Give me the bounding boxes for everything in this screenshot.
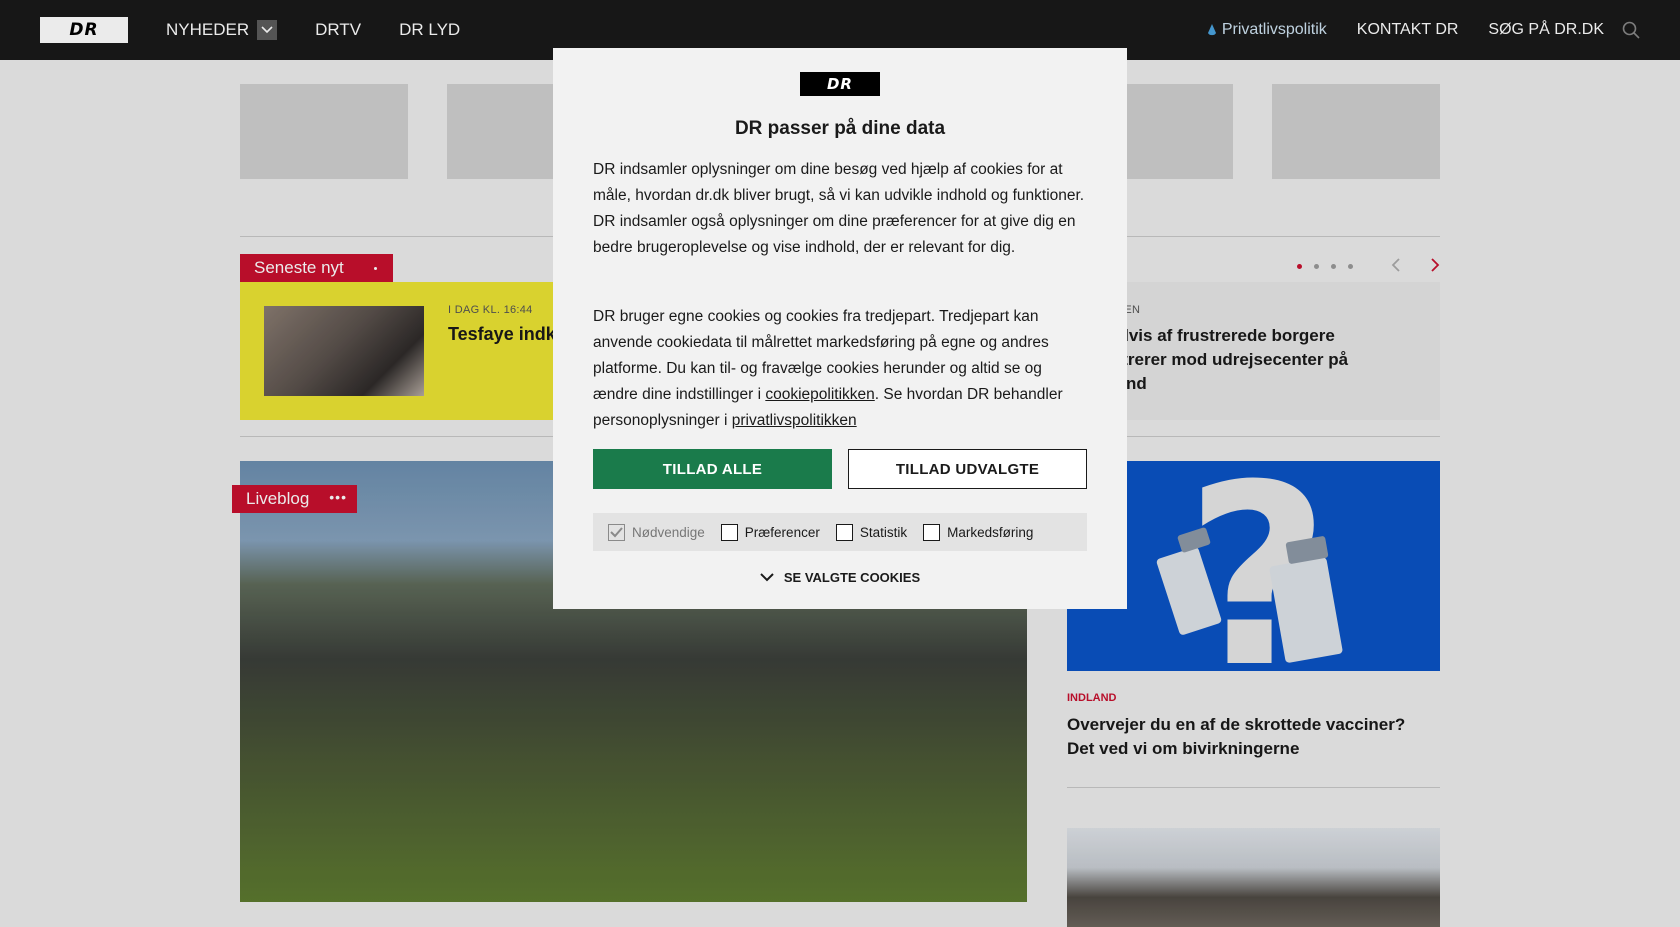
checkbox-preferences[interactable]: Præferencer bbox=[720, 523, 820, 541]
checkbox-label: Statistik bbox=[859, 524, 908, 540]
checkbox-necessary: Nødvendige bbox=[608, 523, 705, 541]
modal-paragraph-2: DR bruger egne cookies og cookies fra tr… bbox=[593, 304, 1087, 434]
see-selected-cookies-label: SE VALGTE COOKIES bbox=[783, 570, 921, 585]
checkbox-label: Præferencer bbox=[744, 524, 820, 540]
checkbox-box bbox=[608, 523, 625, 541]
checkbox-marketing[interactable]: Markedsføring bbox=[923, 523, 1034, 541]
modal-paragraph-1: DR indsamler oplysninger om dine besøg v… bbox=[593, 161, 1085, 256]
checkmark-icon bbox=[610, 526, 623, 537]
modal-title: DR passer på dine data bbox=[734, 118, 946, 139]
modal-dr-logo: DR bbox=[800, 72, 880, 96]
checkbox-label: Nødvendige bbox=[632, 524, 705, 540]
allow-all-button[interactable]: TILLAD ALLE bbox=[593, 449, 832, 489]
see-selected-cookies-toggle[interactable]: SE VALGTE COOKIES bbox=[553, 570, 1127, 585]
cookie-category-checkboxes: Nødvendige Præferencer Statistik Markeds… bbox=[593, 513, 1087, 551]
modal-dr-logo-text: DR bbox=[826, 75, 853, 93]
privacy-policy-link[interactable]: privatlivspolitikken bbox=[732, 412, 857, 429]
cookie-policy-link[interactable]: cookiepolitikken bbox=[765, 386, 874, 403]
allow-selected-button[interactable]: TILLAD UDVALGTE bbox=[848, 449, 1087, 489]
chevron-down-icon bbox=[760, 573, 774, 582]
checkbox-statistics[interactable]: Statistik bbox=[835, 523, 908, 541]
cookie-consent-modal: DR DR passer på dine data DR indsamler o… bbox=[553, 48, 1127, 609]
checkbox-box[interactable] bbox=[720, 523, 738, 541]
checkbox-label: Markedsføring bbox=[947, 524, 1034, 540]
checkbox-box[interactable] bbox=[835, 523, 853, 541]
checkbox-box[interactable] bbox=[923, 523, 941, 541]
